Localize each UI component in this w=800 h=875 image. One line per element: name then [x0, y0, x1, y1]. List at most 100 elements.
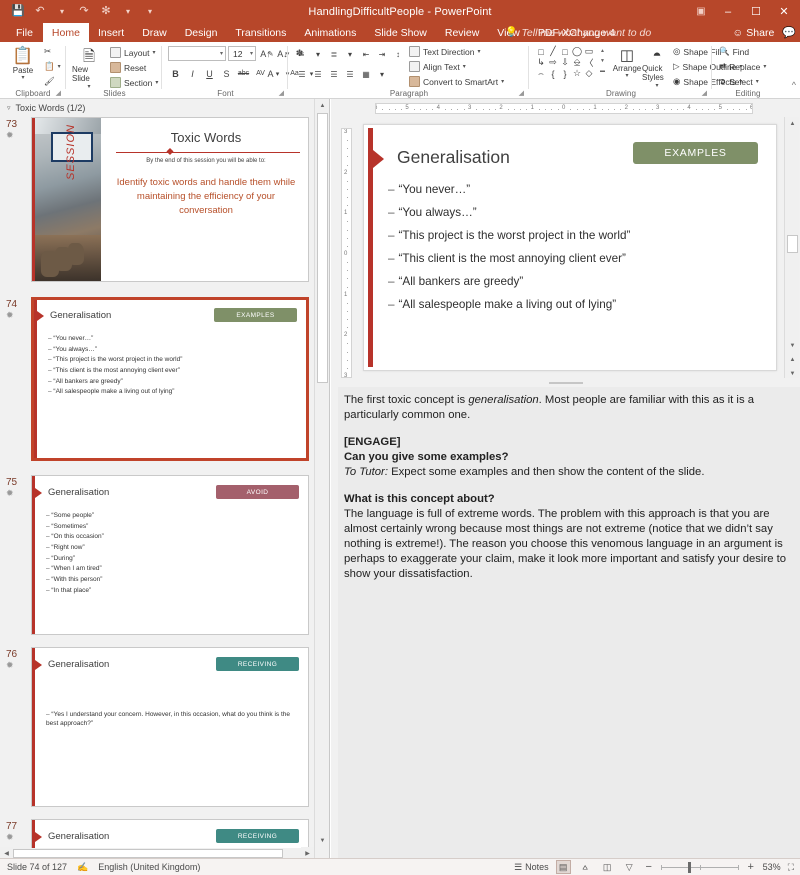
- reading-view-button[interactable]: ◫: [600, 860, 615, 874]
- maximize-restore-button[interactable]: ☐: [742, 0, 770, 23]
- scroll-up-icon[interactable]: ▲: [786, 117, 799, 130]
- reset-button[interactable]: Reset: [110, 62, 146, 73]
- paste-dropdown-icon[interactable]: ▾: [21, 75, 24, 82]
- notes-pane-splitter[interactable]: [331, 378, 800, 387]
- scroll-up-icon[interactable]: ▲: [316, 99, 329, 112]
- slide-sorter-view-button[interactable]: ⩟: [578, 860, 593, 874]
- columns-dropdown-icon[interactable]: ▾: [375, 67, 389, 81]
- font-dialog-launcher[interactable]: ◢: [279, 89, 284, 97]
- arrange-button[interactable]: ◫ Arrange ▾: [612, 47, 642, 80]
- shape-lbrace-icon[interactable]: {: [547, 68, 559, 79]
- tab-home[interactable]: Home: [42, 23, 89, 42]
- scrollbar-thumb[interactable]: [317, 113, 328, 383]
- clipboard-dialog-launcher[interactable]: ◢: [56, 89, 61, 97]
- tab-insert[interactable]: Insert: [89, 23, 133, 42]
- minimize-button[interactable]: –: [714, 0, 742, 23]
- quick-styles-button[interactable]: ◓ Quick Styles ▾: [642, 47, 672, 90]
- line-spacing-button[interactable]: ↕: [391, 47, 405, 61]
- shape-callout-icon[interactable]: ⎒: [571, 57, 583, 68]
- shape-square-icon[interactable]: □: [559, 46, 571, 57]
- shapes-gallery[interactable]: □ ╱ □ ◯ ▭ ↳ ⇨ ⇩ ⎒ 〈 ⌢ { } ☆ ◇: [535, 46, 595, 79]
- shape-connector-icon[interactable]: ↳: [535, 57, 547, 68]
- shape-arc-icon[interactable]: ⌢: [535, 68, 547, 79]
- justify-button[interactable]: ☰: [343, 67, 357, 81]
- section-header[interactable]: ▿ Toxic Words (1/2): [0, 99, 329, 117]
- font-color-button[interactable]: A: [263, 66, 278, 81]
- scroll-down-icon[interactable]: ▼: [786, 339, 799, 352]
- format-painter-button[interactable]: 🖌: [44, 76, 55, 87]
- thumbnail-slide-76[interactable]: 76 ✹ Generalisation RECEIVING – “Yes I u…: [0, 647, 322, 819]
- slide-badge[interactable]: EXAMPLES: [633, 142, 758, 164]
- text-direction-button[interactable]: Text Direction ▾: [409, 46, 481, 57]
- thumbnail-frame-75[interactable]: Generalisation AVOID – “Some people” – “…: [31, 475, 309, 635]
- slide-title[interactable]: Generalisation: [397, 147, 510, 168]
- language-label[interactable]: English (United Kingdom): [98, 862, 200, 872]
- align-text-button[interactable]: Align Text ▾: [409, 61, 466, 72]
- select-button[interactable]: ➲ Select ▾: [719, 76, 759, 87]
- paragraph-dialog-launcher[interactable]: ◢: [519, 89, 524, 97]
- notes-pane[interactable]: The first toxic concept is generalisatio…: [338, 387, 800, 858]
- zoom-in-button[interactable]: +: [746, 861, 756, 873]
- copy-button[interactable]: 📋 ▾: [44, 61, 61, 72]
- zoom-slider[interactable]: [660, 861, 739, 873]
- scroll-down-icon[interactable]: ▼: [316, 834, 329, 847]
- zoom-level-label[interactable]: 53%: [763, 862, 781, 872]
- bullets-button[interactable]: ≡: [295, 47, 309, 61]
- vertical-ruler[interactable]: 3210123: [341, 128, 352, 378]
- slide-canvas[interactable]: Generalisation EXAMPLES – “You never…” – “…: [363, 124, 777, 371]
- shape-bracket-icon[interactable]: 〈: [583, 57, 595, 68]
- text-shadow-button[interactable]: S: [219, 66, 234, 81]
- tab-design[interactable]: Design: [176, 23, 227, 42]
- font-name-input[interactable]: ▾: [168, 46, 226, 61]
- close-button[interactable]: ✕: [770, 0, 798, 23]
- shape-more-icon[interactable]: ◇: [583, 68, 595, 79]
- shape-right-arrow-icon[interactable]: ⇨: [547, 57, 559, 68]
- thumbnail-slide-74[interactable]: 74 ✹ Generalisation EXAMPLES – “You neve…: [0, 297, 322, 475]
- text-highlight-button[interactable]: ✎: [263, 46, 278, 61]
- slide-counter[interactable]: Slide 74 of 127: [7, 862, 67, 872]
- section-button[interactable]: Section ▾: [110, 77, 158, 88]
- tell-me-box[interactable]: 💡 Tell me what you want to do: [505, 23, 651, 42]
- convert-smartart-button[interactable]: Convert to SmartArt ▾: [409, 76, 504, 87]
- shape-rbrace-icon[interactable]: }: [559, 68, 571, 79]
- thumbnail-slide-73[interactable]: 73 ✹ SESSION Toxic Words By the end of t…: [0, 117, 322, 297]
- ribbon-display-options-icon[interactable]: ▣: [688, 0, 714, 23]
- columns-button[interactable]: ▦: [359, 67, 373, 81]
- tab-slide-show[interactable]: Slide Show: [365, 23, 436, 42]
- slide-show-view-button[interactable]: ▽: [622, 860, 637, 874]
- numbering-button[interactable]: ≣: [327, 47, 341, 61]
- proofing-icon[interactable]: ✍: [77, 862, 88, 873]
- font-size-input[interactable]: 12 ▾: [228, 46, 256, 61]
- share-button[interactable]: ☺ Share: [733, 27, 775, 39]
- layout-button[interactable]: Layout ▾: [110, 47, 156, 58]
- tab-review[interactable]: Review: [436, 23, 488, 42]
- strikethrough-button[interactable]: abc: [236, 66, 251, 81]
- shape-star-icon[interactable]: ☆: [571, 68, 583, 79]
- previous-slide-icon[interactable]: ▲: [786, 353, 799, 366]
- thumbnail-pane-scrollbar[interactable]: ▲ ▼: [314, 99, 329, 858]
- cut-button[interactable]: ✂: [44, 46, 51, 57]
- thumbnail-frame-73[interactable]: SESSION Toxic Words By the end of this s…: [31, 117, 309, 282]
- tab-file[interactable]: File: [6, 23, 43, 42]
- zoom-slider-handle[interactable]: [687, 861, 691, 873]
- horizontal-ruler[interactable]: 6 5 4 3 2 1 0 1 2 3 4 5 6: [375, 103, 753, 114]
- thumbnail-slide-75[interactable]: 75 ✹ Generalisation AVOID – “Some people…: [0, 475, 322, 647]
- tab-animations[interactable]: Animations: [295, 23, 365, 42]
- underline-button[interactable]: U: [202, 66, 217, 81]
- notes-button[interactable]: ☰ Notes: [514, 862, 549, 873]
- replace-button[interactable]: ⇄ Replace ▾: [719, 61, 766, 72]
- find-button[interactable]: 🔍 Find: [719, 46, 749, 57]
- decrease-indent-button[interactable]: ⇤: [359, 47, 373, 61]
- comment-icon[interactable]: 💬: [782, 26, 796, 39]
- hscrollbar-thumb[interactable]: [13, 849, 283, 858]
- align-center-button[interactable]: ☰: [311, 67, 325, 81]
- normal-view-button[interactable]: ▤: [555, 860, 571, 874]
- numbering-dropdown-icon[interactable]: ▾: [343, 47, 357, 61]
- shapes-gallery-scroll[interactable]: ▲ ▼ ▬: [598, 46, 607, 76]
- slide-bullet-list[interactable]: – “You never…” – “You always…” – “This proj…: [388, 183, 762, 321]
- increase-indent-button[interactable]: ⇥: [375, 47, 389, 61]
- new-slide-button[interactable]: 🗎 New Slide ▾: [72, 48, 106, 91]
- collapse-ribbon-button[interactable]: ^: [792, 80, 796, 90]
- italic-button[interactable]: I: [185, 66, 200, 81]
- paste-button[interactable]: 📋 Paste ▾: [6, 46, 40, 82]
